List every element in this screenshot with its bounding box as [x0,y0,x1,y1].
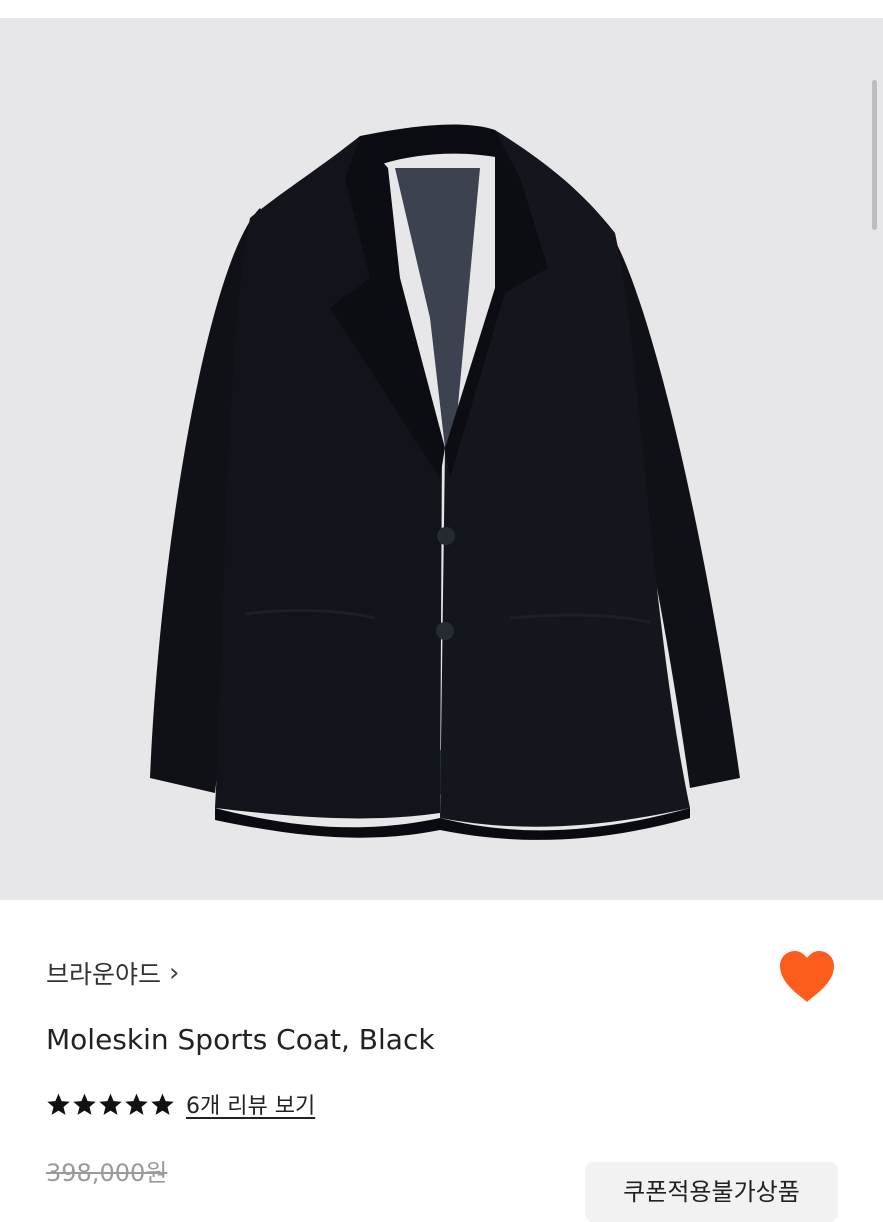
product-info: 브라운야드 › Moleskin Sports Coat, Black 6개 리… [0,900,883,1222]
product-image[interactable] [0,18,883,900]
jacket-photo [150,124,740,840]
star-icon [151,1093,174,1115]
coupon-badge: 쿠폰적용불가상품 [585,1162,838,1222]
original-price: 398,000원 [46,1159,168,1187]
rating-row: 6개 리뷰 보기 [46,1088,315,1120]
image-scrollbar[interactable] [872,80,877,230]
star-icon [99,1093,122,1115]
brand-name: 브라운야드 [46,960,162,989]
review-link[interactable]: 6개 리뷰 보기 [186,1088,315,1120]
heart-icon[interactable] [778,950,836,1004]
star-icon [47,1093,70,1115]
chevron-right-icon: › [169,958,180,988]
star-icon [125,1093,148,1115]
star-icon [73,1093,96,1115]
rating-stars [46,1092,176,1117]
brand-link[interactable]: 브라운야드 › [46,955,179,991]
product-title: Moleskin Sports Coat, Black [46,1023,435,1056]
